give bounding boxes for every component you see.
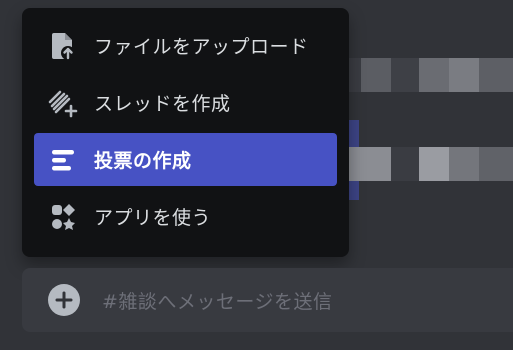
menu-item-use-apps[interactable]: アプリを使う <box>34 190 337 243</box>
apps-icon <box>48 202 78 232</box>
plus-circle-icon[interactable] <box>48 284 80 316</box>
background-message-blur-2 <box>345 147 513 181</box>
menu-item-label: スレッドを作成 <box>94 93 231 115</box>
menu-item-create-poll[interactable]: 投票の作成 <box>34 133 337 186</box>
thread-icon <box>48 88 78 118</box>
menu-item-label: 投票の作成 <box>94 150 192 172</box>
menu-item-upload-file[interactable]: ファイルをアップロード <box>34 19 337 72</box>
attachment-menu: ファイルをアップロード スレッドを作成 投票の作成 アプリを使う <box>22 8 349 257</box>
menu-item-label: アプリを使う <box>94 207 212 229</box>
poll-icon <box>48 145 78 175</box>
message-input-bar: #雑談へメッセージを送信 <box>22 268 513 332</box>
menu-item-label: ファイルをアップロード <box>94 36 309 58</box>
background-message-blur <box>345 58 513 92</box>
upload-file-icon <box>48 31 78 61</box>
message-input[interactable]: #雑談へメッセージを送信 <box>102 287 333 314</box>
menu-item-create-thread[interactable]: スレッドを作成 <box>34 76 337 129</box>
